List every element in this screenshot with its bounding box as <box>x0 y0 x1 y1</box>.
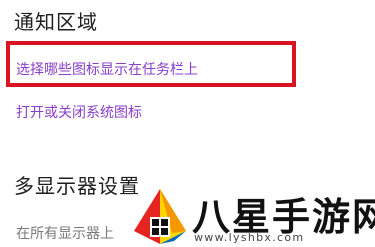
watermark: 八星手游网 www.lyshbx.com <box>130 160 375 247</box>
watermark-url-text: www.lyshbx.com <box>194 231 305 244</box>
notification-area-heading: 通知区域 <box>14 10 98 34</box>
multi-display-heading: 多显示器设置 <box>14 174 140 198</box>
choose-taskbar-icons-link[interactable]: 选择哪些图标显示在任务栏上 <box>16 59 198 79</box>
taskbar-settings-page: 通知区域 选择哪些图标显示在任务栏上 打开或关闭系统图标 多显示器设置 在所有显… <box>0 0 375 247</box>
show-on-all-displays-label: 在所有显示器上 <box>16 226 114 242</box>
eight-star-logo-icon <box>134 189 186 244</box>
toggle-system-icons-link[interactable]: 打开或关闭系统图标 <box>16 102 142 122</box>
